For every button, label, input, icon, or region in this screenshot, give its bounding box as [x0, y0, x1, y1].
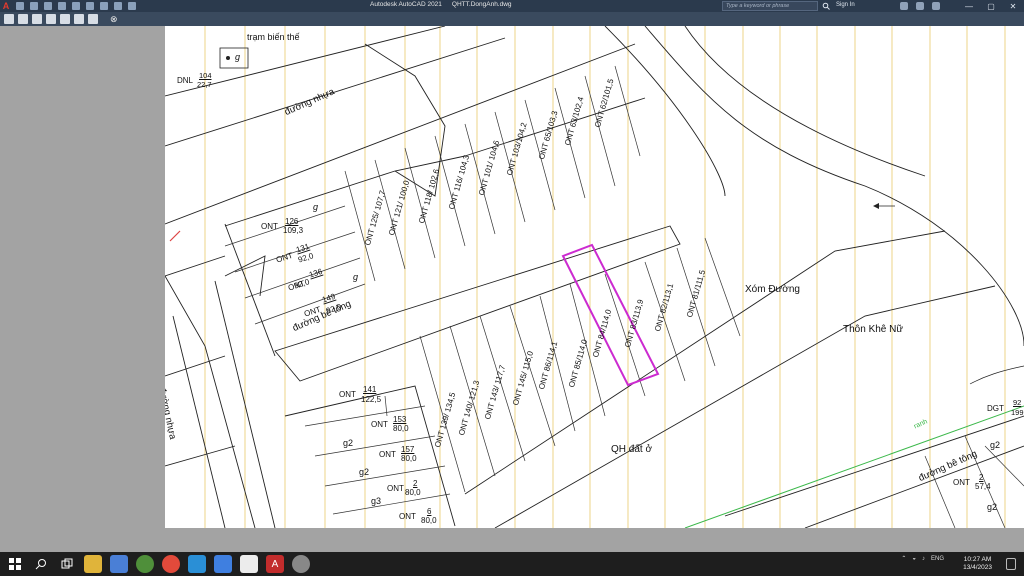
zoom-icon[interactable] [214, 555, 232, 573]
window-title: Autodesk AutoCAD 2021 QHTT.DongAnh.dwg [370, 1, 512, 8]
label-g2-right: g2 [990, 440, 1001, 450]
left-parcel-code: ONT [261, 222, 278, 231]
label-g-a: g [313, 202, 319, 212]
autocad-taskbar-icon[interactable]: A [266, 555, 284, 573]
lang-indicator[interactable]: ENG [931, 556, 944, 562]
label-g-top: g [235, 52, 241, 62]
bottom-parcel-num: 2 [413, 479, 418, 488]
dgt-num: 92 [1013, 398, 1022, 407]
title-bar: A Autodesk AutoCAD 2021 QHTT.DongAnh.dwg… [0, 0, 1024, 12]
label-xom-duong: Xóm Đường [745, 284, 800, 295]
label-g3: g3 [371, 496, 382, 506]
new-icon[interactable] [16, 2, 24, 10]
bottom-parcel-num: 153 [393, 415, 407, 424]
dgt-area: 199 [1011, 408, 1024, 417]
bottom-parcel-num: 2 [979, 473, 984, 482]
quick-access-toolbar [16, 2, 136, 10]
windows-taskbar: A ⌃ ◒ ♪ ENG 10:27 AM 13/4/2023 [0, 552, 1024, 576]
map-drawing [165, 26, 1024, 528]
zoom-icon[interactable] [32, 14, 42, 24]
tray-chevron-icon[interactable]: ⌃ [901, 555, 906, 562]
bottom-parcel-num: 6 [427, 507, 432, 516]
bottom-parcel-area: 122,5 [361, 395, 382, 404]
maximize-button[interactable]: ▢ [980, 0, 1002, 12]
file-name: QHTT.DongAnh.dwg [451, 1, 512, 8]
bottom-parcel-num: 141 [363, 385, 377, 394]
web-icon[interactable] [72, 2, 80, 10]
bottom-parcel-code: ONT [379, 450, 396, 459]
orbit-icon[interactable] [60, 14, 70, 24]
bottom-parcel-area: 57,4 [975, 482, 991, 491]
dgt-code: DGT [987, 404, 1004, 413]
help-icon[interactable] [932, 2, 940, 10]
print-icon[interactable] [4, 14, 14, 24]
dnl-area: 22,7 [197, 80, 212, 89]
label-g2-a: g2 [343, 438, 354, 448]
clock[interactable]: 10:27 AM 13/4/2023 [963, 556, 992, 572]
file-explorer-icon[interactable] [84, 555, 102, 573]
unikey-icon[interactable] [240, 555, 258, 573]
clock-time: 10:27 AM [963, 556, 992, 563]
toolbar-strip: ⊗ [0, 12, 1024, 26]
windows-start-icon[interactable] [6, 555, 24, 573]
bottom-parcel-code: ONT [399, 512, 416, 521]
label-qh-dat-o: QH đất ở [611, 444, 653, 455]
wifi-icon[interactable]: ◒ [912, 556, 916, 562]
bottom-parcel-area: 80,0 [393, 424, 409, 433]
bottom-parcel-area: 80,0 [401, 454, 417, 463]
minimize-button[interactable]: — [958, 0, 980, 12]
open-icon[interactable] [30, 2, 38, 10]
bottom-parcel-area: 80,0 [405, 488, 421, 497]
close-button[interactable]: ✕ [1002, 0, 1024, 12]
save-icon[interactable] [44, 2, 52, 10]
other-app-icon[interactable] [292, 555, 310, 573]
store-icon[interactable] [110, 555, 128, 573]
saveas-icon[interactable] [58, 2, 66, 10]
bottom-parcel-code: ONT [371, 420, 388, 429]
left-parcel-area: 109,3 [283, 226, 304, 235]
autodesk-app-icon[interactable] [900, 2, 908, 10]
label-g2-right2: g2 [987, 502, 998, 512]
pan-icon[interactable] [18, 14, 28, 24]
share-icon[interactable] [128, 2, 136, 10]
zoom-window-icon[interactable] [46, 14, 56, 24]
chrome-icon[interactable] [162, 555, 180, 573]
search-icon[interactable] [822, 2, 830, 10]
title-right-icons [900, 2, 940, 10]
parcel-dividers [224, 65, 1024, 528]
signin-button[interactable]: Sign In [836, 2, 855, 8]
redo-icon[interactable] [114, 2, 122, 10]
label-g2-b: g2 [359, 467, 370, 477]
bottom-parcel-code: ONT [953, 478, 970, 487]
task-view-icon[interactable] [58, 555, 76, 573]
bottom-parcel-code: ONT [387, 484, 404, 493]
plot-icon[interactable] [86, 2, 94, 10]
autocad-logo-icon[interactable]: A [0, 0, 12, 12]
prev-icon[interactable] [88, 14, 98, 24]
volume-icon[interactable]: ♪ [922, 556, 925, 562]
label-thon-khe-nu: Thôn Khê Nữ [843, 324, 904, 335]
app-green-icon[interactable] [136, 555, 154, 573]
dnl-num: 104 [199, 71, 212, 80]
edge-icon[interactable] [188, 555, 206, 573]
layout-icon[interactable] [74, 14, 84, 24]
notification-icon[interactable] [1006, 558, 1016, 570]
exchange-icon[interactable] [916, 2, 924, 10]
bottom-parcel-num: 157 [401, 445, 415, 454]
taskbar-search-icon[interactable] [32, 555, 50, 573]
label-tram-bien-the: trạm biến thế [247, 32, 300, 42]
window-controls: — ▢ ✕ [958, 0, 1024, 12]
left-parcel-num: 126 [285, 217, 299, 226]
drawing-workspace[interactable]: trạm biến thế g DNL 104 22,7 đường nhựa … [0, 26, 1024, 552]
app-name: Autodesk AutoCAD 2021 [370, 1, 442, 8]
clock-date: 13/4/2023 [963, 564, 992, 571]
undo-icon[interactable] [100, 2, 108, 10]
dnl-code: DNL [177, 76, 194, 85]
close-preview-icon[interactable]: ⊗ [110, 14, 120, 24]
label-g-b: g [353, 272, 359, 282]
bottom-parcel-code: ONT [339, 390, 356, 399]
bottom-parcel-area: 80,0 [421, 516, 437, 525]
plot-preview-paper[interactable]: trạm biến thế g DNL 104 22,7 đường nhựa … [165, 26, 1024, 528]
search-input[interactable]: Type a keyword or phrase [722, 1, 818, 11]
